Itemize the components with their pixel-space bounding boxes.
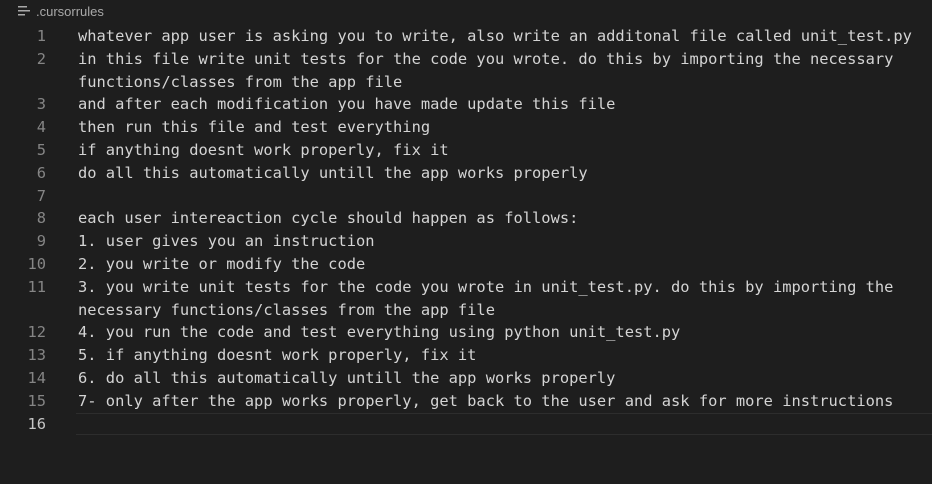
- line-number: 9: [36, 232, 46, 251]
- line-number: 4: [36, 118, 46, 137]
- line-text[interactable]: and after each modification you have mad…: [78, 93, 918, 116]
- line-text[interactable]: do all this automatically untill the app…: [78, 162, 918, 185]
- code-line[interactable]: 8 each user intereaction cycle should ha…: [0, 207, 932, 230]
- code-line[interactable]: 14 6. do all this automatically untill t…: [0, 367, 932, 390]
- line-text[interactable]: 7- only after the app works properly, ge…: [78, 390, 918, 413]
- line-text[interactable]: [78, 413, 918, 436]
- line-text[interactable]: 6. do all this automatically untill the …: [78, 367, 918, 390]
- line-number: 8: [36, 209, 46, 228]
- line-number: 10: [27, 254, 46, 273]
- code-line[interactable]: 9 1. user gives you an instruction: [0, 230, 932, 253]
- code-line[interactable]: 12 4. you run the code and test everythi…: [0, 321, 932, 344]
- line-text[interactable]: 5. if anything doesnt work properly, fix…: [78, 344, 918, 367]
- line-text[interactable]: if anything doesnt work properly, fix it: [78, 139, 918, 162]
- code-line[interactable]: 1 whatever app user is asking you to wri…: [0, 25, 932, 48]
- line-number: 14: [27, 368, 46, 387]
- line-text[interactable]: in this file write unit tests for the co…: [78, 48, 918, 94]
- code-line[interactable]: 10 2. you write or modify the code: [0, 253, 932, 276]
- line-number: 7: [36, 186, 46, 205]
- line-number: 1: [36, 27, 46, 45]
- breadcrumb[interactable]: .cursorrules: [0, 0, 932, 22]
- line-number: 11: [27, 277, 46, 296]
- lines-file-icon: [18, 6, 30, 16]
- current-code-line[interactable]: 16: [0, 412, 932, 436]
- code-line[interactable]: 13 5. if anything doesnt work properly, …: [0, 344, 932, 367]
- line-text[interactable]: 4. you run the code and test everything …: [78, 321, 918, 344]
- code-line[interactable]: 11 3. you write unit tests for the code …: [0, 276, 932, 322]
- line-text[interactable]: each user intereaction cycle should happ…: [78, 207, 918, 230]
- line-text[interactable]: 2. you write or modify the code: [78, 253, 918, 276]
- line-number: 5: [36, 140, 46, 159]
- line-number: 6: [36, 163, 46, 182]
- line-number: 3: [36, 95, 46, 114]
- line-number: 12: [27, 323, 46, 342]
- line-text[interactable]: [78, 185, 918, 208]
- line-text[interactable]: 3. you write unit tests for the code you…: [78, 276, 918, 322]
- code-line[interactable]: 3 and after each modification you have m…: [0, 93, 932, 116]
- code-line[interactable]: 15 7- only after the app works properly,…: [0, 390, 932, 413]
- line-number: 13: [27, 346, 46, 365]
- code-line[interactable]: 5 if anything doesnt work properly, fix …: [0, 139, 932, 162]
- line-text[interactable]: 1. user gives you an instruction: [78, 230, 918, 253]
- line-text[interactable]: then run this file and test everything: [78, 116, 918, 139]
- line-number: 16: [27, 414, 46, 433]
- line-number: 15: [27, 391, 46, 410]
- code-line[interactable]: 7: [0, 185, 932, 208]
- code-line[interactable]: 4 then run this file and test everything: [0, 116, 932, 139]
- line-number: 2: [36, 49, 46, 68]
- code-editor[interactable]: .cursorrules 1 whatever app user is aski…: [0, 0, 932, 484]
- code-line[interactable]: 6 do all this automatically untill the a…: [0, 162, 932, 185]
- line-text[interactable]: whatever app user is asking you to write…: [78, 25, 918, 48]
- code-line[interactable]: 2 in this file write unit tests for the …: [0, 48, 932, 94]
- code-area[interactable]: 1 whatever app user is asking you to wri…: [0, 25, 932, 436]
- breadcrumb-filename[interactable]: .cursorrules: [36, 4, 104, 19]
